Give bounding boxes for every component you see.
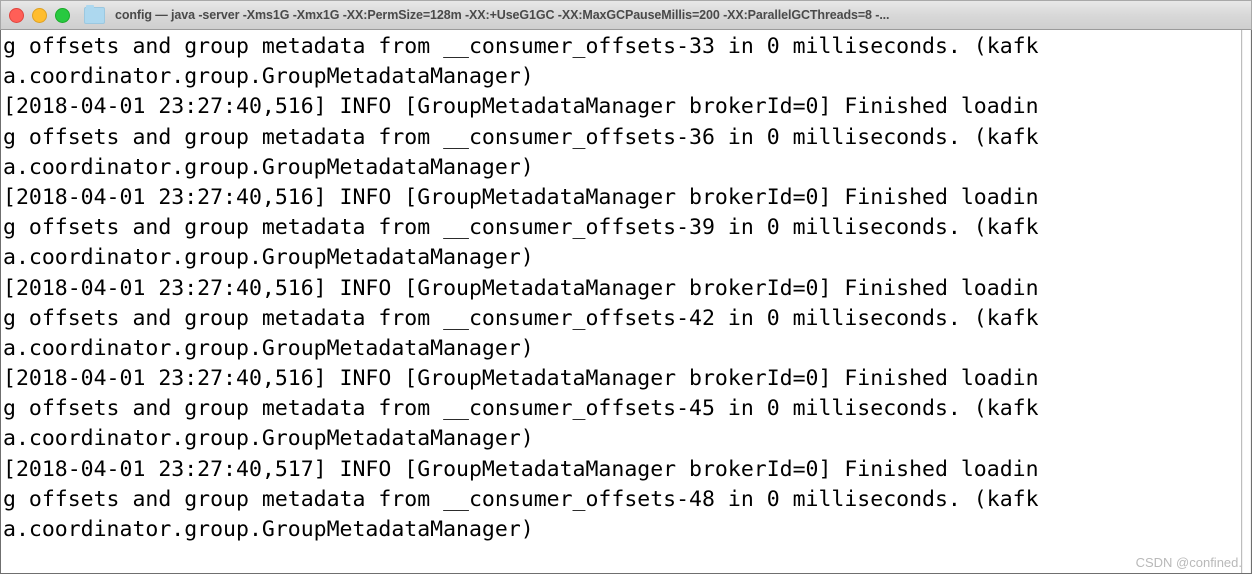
terminal-line: [2018-04-01 23:27:40,517] INFO [GroupMet…: [3, 456, 1039, 482]
terminal-line: a.coordinator.group.GroupMetadataManager…: [3, 64, 534, 90]
window-title: config — java -server -Xms1G -Xmx1G -XX:…: [115, 8, 890, 22]
terminal-line: g offsets and group metadata from __cons…: [3, 124, 1039, 150]
folder-icon: [84, 4, 105, 24]
terminal-output[interactable]: g offsets and group metadata from __cons…: [1, 30, 1241, 573]
window-titlebar[interactable]: config — java -server -Xms1G -Xmx1G -XX:…: [0, 0, 1252, 30]
window-controls: [9, 7, 70, 23]
terminal-line: [2018-04-01 23:27:40,516] INFO [GroupMet…: [3, 275, 1039, 301]
terminal-line: g offsets and group metadata from __cons…: [3, 486, 1039, 512]
terminal-window: config — java -server -Xms1G -Xmx1G -XX:…: [0, 0, 1252, 574]
maximize-icon[interactable]: [55, 7, 70, 23]
terminal-line: [2018-04-01 23:27:40,516] INFO [GroupMet…: [3, 366, 1039, 392]
scrollbar-thumb[interactable]: [1243, 30, 1250, 573]
terminal-line: a.coordinator.group.GroupMetadataManager…: [3, 517, 534, 542]
terminal-line: [2018-04-01 23:27:40,516] INFO [GroupMet…: [3, 94, 1039, 120]
terminal-body[interactable]: g offsets and group metadata from __cons…: [0, 30, 1252, 574]
vertical-scrollbar[interactable]: [1241, 30, 1251, 573]
terminal-line: a.coordinator.group.GroupMetadataManager…: [3, 335, 534, 361]
minimize-icon[interactable]: [32, 7, 47, 23]
terminal-line: [2018-04-01 23:27:40,516] INFO [GroupMet…: [3, 184, 1039, 210]
terminal-line: a.coordinator.group.GroupMetadataManager…: [3, 426, 534, 452]
close-icon[interactable]: [9, 7, 24, 23]
terminal-line: g offsets and group metadata from __cons…: [3, 34, 1039, 59]
terminal-line: g offsets and group metadata from __cons…: [3, 215, 1039, 241]
terminal-line: a.coordinator.group.GroupMetadataManager…: [3, 154, 534, 180]
terminal-line: g offsets and group metadata from __cons…: [3, 396, 1039, 422]
terminal-line: g offsets and group metadata from __cons…: [3, 305, 1039, 331]
terminal-line: a.coordinator.group.GroupMetadataManager…: [3, 245, 534, 271]
